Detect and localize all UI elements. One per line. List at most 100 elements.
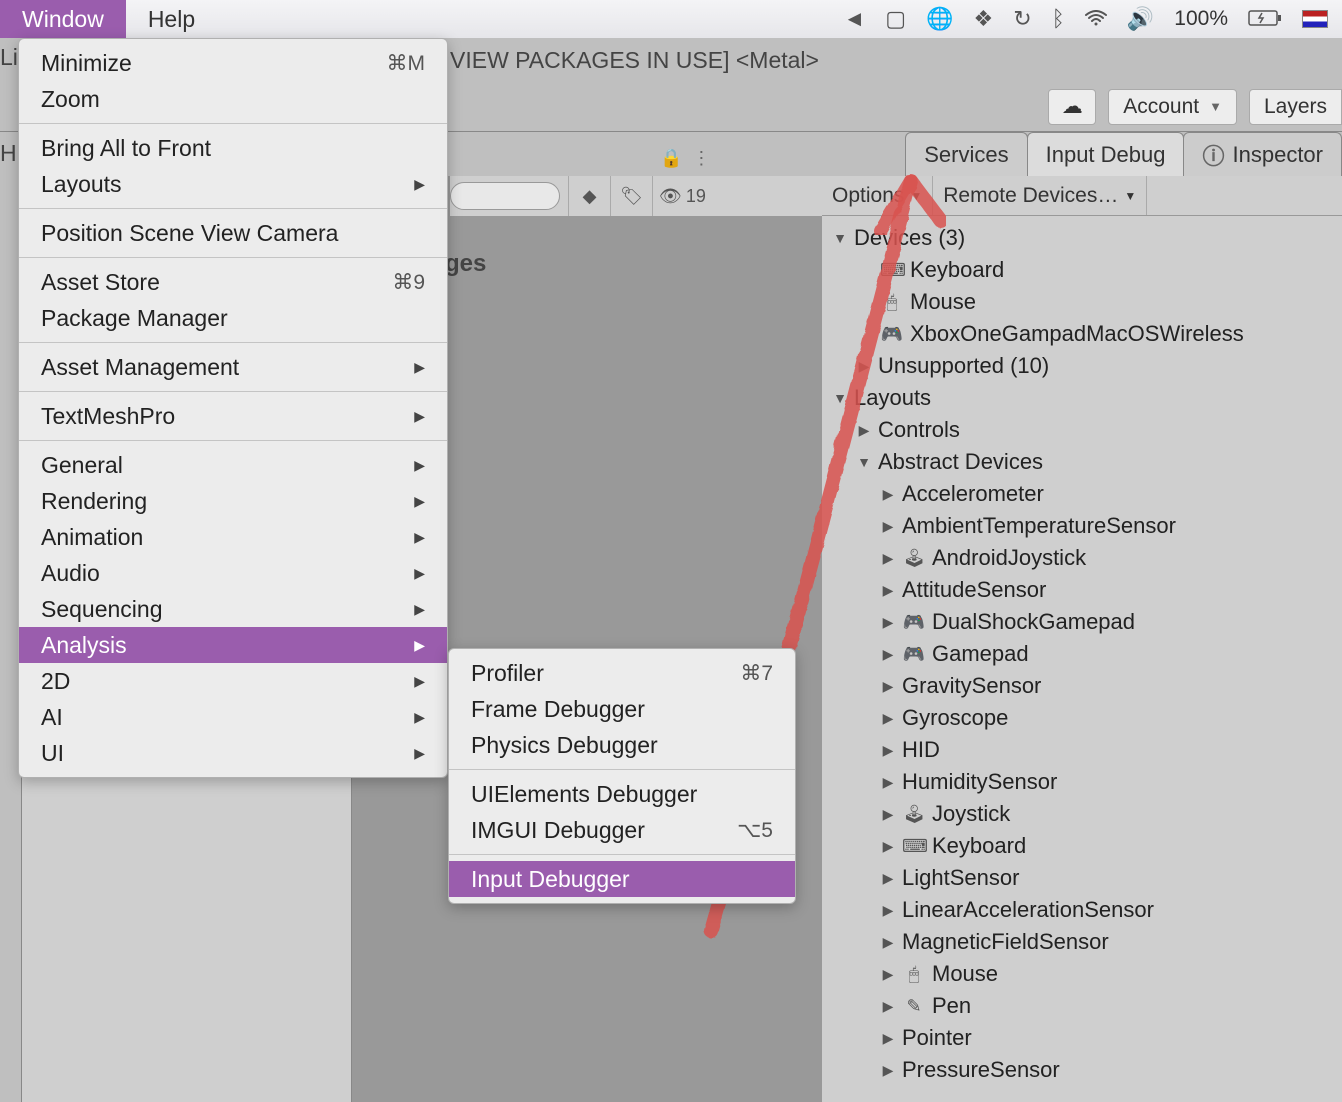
tree-linacc[interactable]: LinearAccelerationSensor [822,894,1342,926]
tree-ambient[interactable]: AmbientTemperatureSensor [822,510,1342,542]
tree-light[interactable]: LightSensor [822,862,1342,894]
tree-abstract-devices[interactable]: Abstract Devices [822,446,1342,478]
timemachine-icon[interactable]: ↻ [1013,6,1031,32]
lock-icon[interactable]: 🔒 [660,148,682,169]
dualshock-label: DualShockGamepad [932,609,1135,635]
hidden-count[interactable]: 👁19 [652,176,712,216]
menu-asset-store[interactable]: Asset Store⌘9 [19,264,447,300]
layers-dropdown[interactable]: Layers [1249,89,1342,125]
position-cam-label: Position Scene View Camera [41,220,338,247]
wifi-icon[interactable] [1085,6,1107,32]
menu-minimize[interactable]: Minimize⌘M [19,45,447,81]
joystick-icon: 🕹 [902,804,926,825]
light-label: LightSensor [902,865,1019,891]
menu-rendering[interactable]: Rendering▶ [19,483,447,519]
cloud-button[interactable]: ☁ [1048,89,1096,125]
tree-unsupported[interactable]: Unsupported (10) [822,350,1342,382]
menu-audio[interactable]: Audio▶ [19,555,447,591]
tree-pen[interactable]: ✎Pen [822,990,1342,1022]
tree-gamepad[interactable]: 🎮Gamepad [822,638,1342,670]
menu-ai[interactable]: AI▶ [19,699,447,735]
submenu-physics-debugger[interactable]: Physics Debugger [449,727,795,763]
menu-animation[interactable]: Animation▶ [19,519,447,555]
layouts-label: Layouts [854,385,931,411]
hid-label: HID [902,737,940,763]
globe-icon[interactable]: 🌐 [926,6,953,32]
tree-accelerometer[interactable]: Accelerometer [822,478,1342,510]
remote-devices-dropdown[interactable]: Remote Devices…▼ [933,176,1147,215]
tree-gravity[interactable]: GravitySensor [822,670,1342,702]
tree-pointer[interactable]: Pointer [822,1022,1342,1054]
tree-layouts[interactable]: Layouts [822,382,1342,414]
tab-input-debug[interactable]: Input Debug [1027,132,1185,176]
unity-icon[interactable]: ◄ [844,6,866,32]
menu-analysis[interactable]: Analysis▶ [19,627,447,663]
tree-device-xbox[interactable]: 🎮XboxOneGampadMacOSWireless [822,318,1342,350]
menu-package-manager[interactable]: Package Manager [19,300,447,336]
tab-inspector[interactable]: ⓘInspector [1183,132,1342,176]
humidity-label: HumiditySensor [902,769,1057,795]
tree-mouse2[interactable]: 🖱Mouse [822,958,1342,990]
tree-keyboard2[interactable]: ⌨Keyboard [822,830,1342,862]
volume-icon[interactable]: 🔊 [1127,6,1154,32]
submenu-input-debugger[interactable]: Input Debugger [449,861,795,897]
package-manager-label: Package Manager [41,305,228,332]
devices-header-label: Devices (3) [854,225,965,251]
tree-humidity[interactable]: HumiditySensor [822,766,1342,798]
options-dropdown[interactable]: Options▼ [822,176,933,215]
keyboard-icon: ⌨ [902,836,926,857]
menubar-help[interactable]: Help [126,0,217,38]
submenu-arrow-icon: ▶ [414,673,425,690]
inspector-label: Inspector [1233,142,1324,168]
chevron-down-icon: ▼ [910,189,922,203]
submenu-profiler[interactable]: Profiler⌘7 [449,655,795,691]
tree-controls[interactable]: Controls [822,414,1342,446]
imgui-label: IMGUI Debugger [471,817,645,844]
tree-device-mouse[interactable]: 🖱Mouse [822,286,1342,318]
bluetooth-icon[interactable]: ᛒ [1052,6,1065,32]
tree-android-joystick[interactable]: 🕹AndroidJoystick [822,542,1342,574]
account-dropdown[interactable]: Account▼ [1108,89,1237,125]
menu-separator [449,854,795,855]
tree-magnetic[interactable]: MagneticFieldSensor [822,926,1342,958]
menu-separator [19,208,447,209]
tag-icon[interactable]: 🏷 [610,176,652,216]
tab-services[interactable]: Services [905,132,1027,176]
submenu-uielements-debugger[interactable]: UIElements Debugger [449,776,795,812]
menu-asset-management[interactable]: Asset Management▶ [19,349,447,385]
menu-sequencing[interactable]: Sequencing▶ [19,591,447,627]
search-input[interactable] [450,182,560,210]
menu-general[interactable]: General▶ [19,447,447,483]
pick-icon[interactable]: ◆ [568,176,610,216]
tree-gyro[interactable]: Gyroscope [822,702,1342,734]
menu-2d[interactable]: 2D▶ [19,663,447,699]
flag-icon[interactable] [1302,10,1328,28]
tree-joystick[interactable]: 🕹 Joystick [822,798,1342,830]
dropbox-icon[interactable]: ❖ [974,6,994,32]
menu-position-camera[interactable]: Position Scene View Camera [19,215,447,251]
window-icon[interactable]: ▢ [885,6,906,32]
gamepad-icon: 🎮 [902,612,926,633]
tree-device-keyboard[interactable]: ⌨Keyboard [822,254,1342,286]
input-debugger-label: Input Debugger [471,866,630,893]
menu-zoom[interactable]: Zoom [19,81,447,117]
battery-icon[interactable] [1248,6,1282,32]
tree-devices-header[interactable]: Devices (3) [822,222,1342,254]
joystick-label: Joystick [932,801,1010,827]
tree-attitude[interactable]: AttitudeSensor [822,574,1342,606]
menubar-window[interactable]: Window [0,0,126,38]
left-label-li: Li [0,44,18,71]
menu-ui[interactable]: UI▶ [19,735,447,771]
submenu-frame-debugger[interactable]: Frame Debugger [449,691,795,727]
menu-textmeshpro[interactable]: TextMeshPro▶ [19,398,447,434]
submenu-imgui-debugger[interactable]: IMGUI Debugger⌥5 [449,812,795,848]
keyboard-icon: ⌨ [880,260,904,281]
kebab-icon[interactable]: ⋮ [692,148,710,169]
mac-menubar: Window Help ◄ ▢ 🌐 ❖ ↻ ᛒ 🔊 100% [0,0,1342,38]
tree-dualshock[interactable]: 🎮 DualShockGamepad [822,606,1342,638]
menu-bring-front[interactable]: Bring All to Front [19,130,447,166]
animation-label: Animation [41,524,143,551]
tree-pressure[interactable]: PressureSensor [822,1054,1342,1086]
menu-layouts[interactable]: Layouts▶ [19,166,447,202]
tree-hid[interactable]: HID [822,734,1342,766]
